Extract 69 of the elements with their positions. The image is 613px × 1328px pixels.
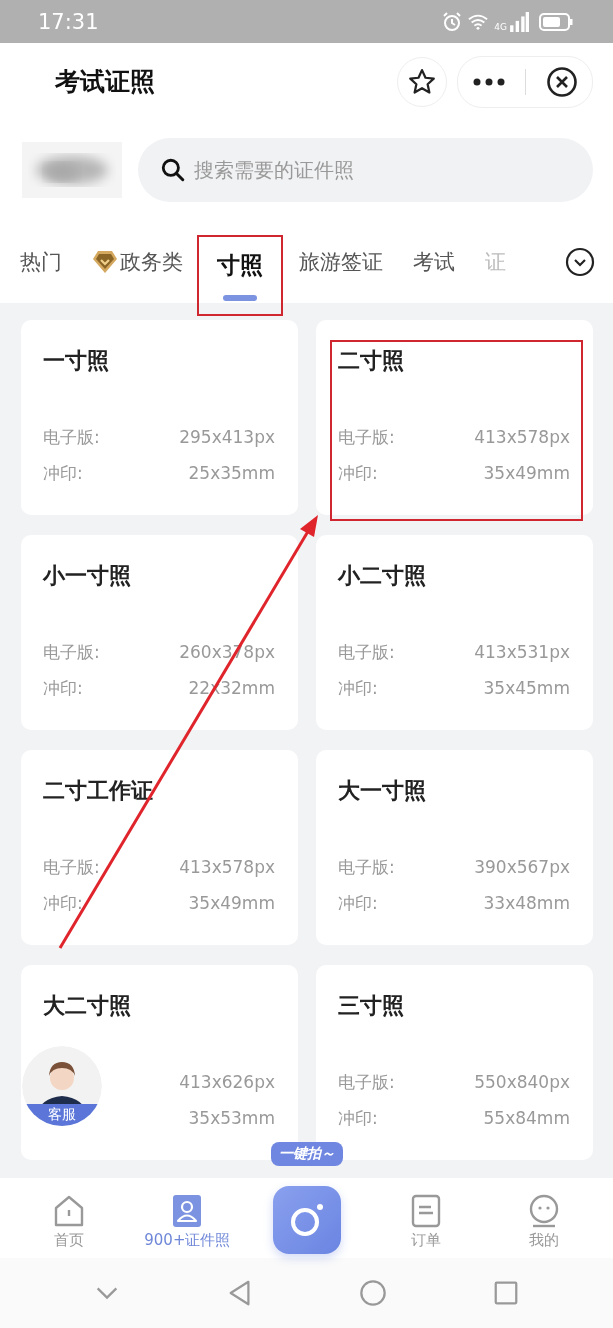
chevron-down-icon: [565, 246, 595, 277]
card-title: 二寸照: [338, 347, 405, 375]
card-title: 一寸照: [43, 347, 110, 375]
spec-value: 413x578px: [179, 857, 275, 877]
spec-value: 550x840px: [474, 1072, 570, 1092]
customer-service-button[interactable]: 客服: [22, 1046, 102, 1126]
spec-label: 冲印:: [43, 461, 83, 485]
camera-button[interactable]: [272, 1186, 341, 1254]
spec-label: 电子版:: [43, 640, 100, 664]
category-tab[interactable]: 考试: [413, 231, 455, 292]
card-title: 三寸照: [338, 992, 405, 1020]
network-label: 4G: [494, 21, 507, 32]
list-icon: [409, 1194, 442, 1228]
spec-value: 55x84mm: [483, 1108, 570, 1128]
person-icon: [171, 1194, 204, 1228]
category-tab[interactable]: 旅游签证: [299, 231, 383, 292]
camera-tooltip: 一键拍～: [270, 1142, 343, 1166]
spec-value: 33x48mm: [483, 893, 570, 913]
spec-label: 冲印:: [43, 891, 83, 915]
battery-icon: [539, 12, 573, 31]
spec-value: 25x35mm: [188, 463, 275, 483]
spec-value: 35x45mm: [483, 678, 570, 698]
spec-value: 35x49mm: [188, 893, 275, 913]
signal-icon: [509, 11, 529, 32]
spec-label: 电子版:: [338, 640, 395, 664]
card-title: 小二寸照: [338, 562, 427, 590]
spec-label: 电子版:: [43, 425, 100, 449]
photo-size-card[interactable]: 小二寸照 电子版: 413x531px 冲印: 35x45mm: [316, 535, 593, 730]
tab-indicator: [223, 295, 257, 301]
spec-value: 35x53mm: [188, 1108, 275, 1128]
spec-value: 413x578px: [474, 427, 570, 447]
spec-label: 冲印:: [338, 891, 378, 915]
home-icon: [53, 1194, 86, 1228]
spec-value: 35x49mm: [483, 463, 570, 483]
spec-value: 413x626px: [179, 1072, 275, 1092]
photo-size-card[interactable]: 大一寸照 电子版: 390x567px 冲印: 33x48mm: [316, 750, 593, 945]
shield-icon: [92, 248, 118, 275]
photo-size-card[interactable]: 二寸工作证 电子版: 413x578px 冲印: 35x49mm: [21, 750, 298, 945]
category-tab[interactable]: 政务类: [92, 231, 183, 292]
home-circle-icon[interactable]: [359, 1279, 388, 1307]
spec-label: 电子版:: [338, 425, 395, 449]
category-tab[interactable]: 寸照: [197, 235, 283, 316]
card-title: 小一寸照: [43, 562, 132, 590]
clock-time: 17:31: [38, 9, 99, 34]
page-title: 考试证照: [55, 66, 156, 98]
spec-label: 电子版:: [338, 855, 395, 879]
spec-label: 电子版:: [43, 855, 100, 879]
spec-label: 冲印:: [338, 1106, 378, 1130]
card-title: 大二寸照: [43, 992, 132, 1020]
star-icon: [407, 66, 437, 97]
close-icon: [545, 65, 578, 98]
face-icon: [527, 1194, 560, 1228]
spec-label: 冲印:: [338, 676, 378, 700]
spec-value: 413x531px: [474, 642, 570, 662]
spec-label: 电子版:: [338, 1070, 395, 1094]
nav-tab[interactable]: 900+证件照: [128, 1194, 247, 1250]
search-icon: [160, 157, 186, 183]
expand-button[interactable]: [565, 246, 595, 277]
spec-value: 295x413px: [179, 427, 275, 447]
spec-label: 冲印:: [338, 461, 378, 485]
search-field[interactable]: 搜索需要的证件照: [138, 138, 593, 202]
category-tab[interactable]: 热门: [20, 231, 62, 292]
more-icon: [471, 76, 506, 87]
spec-label: 冲印:: [43, 676, 83, 700]
alarm-icon: [442, 11, 463, 32]
photo-size-card[interactable]: 一寸照 电子版: 295x413px 冲印: 25x35mm: [21, 320, 298, 515]
spec-value: 390x567px: [474, 857, 570, 877]
card-title: 二寸工作证: [43, 777, 154, 805]
card-title: 大一寸照: [338, 777, 427, 805]
